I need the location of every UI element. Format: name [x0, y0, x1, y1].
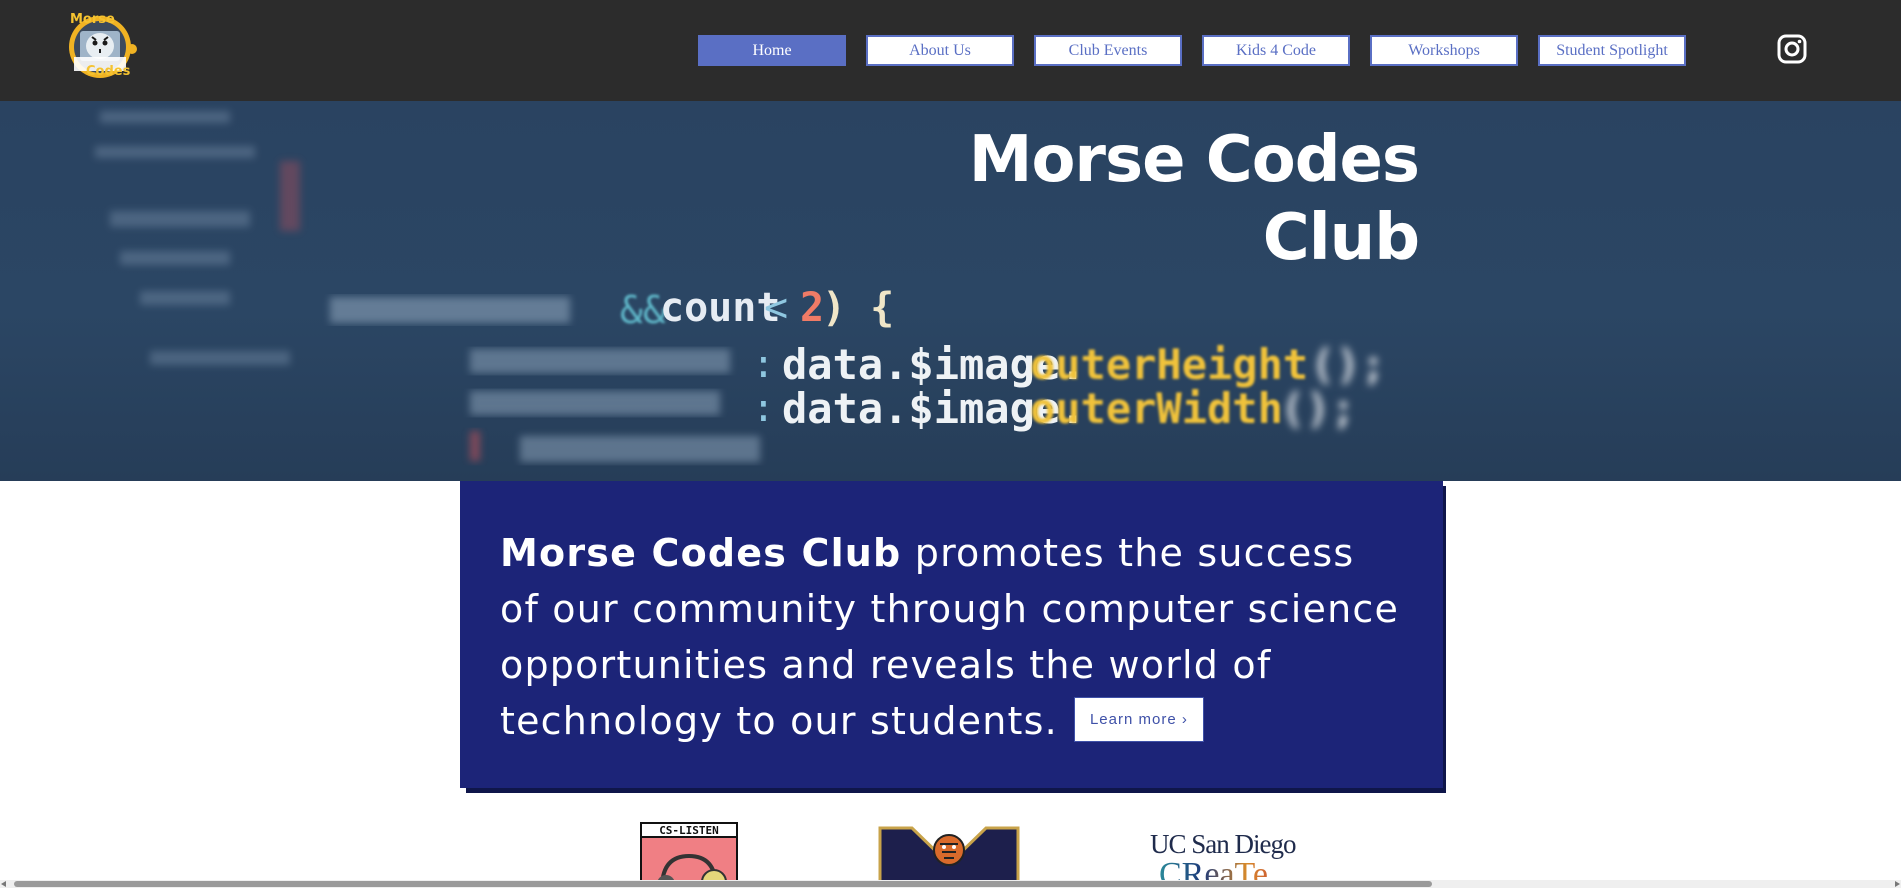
nav-home[interactable]: Home [698, 35, 846, 66]
instagram-icon[interactable] [1777, 34, 1807, 64]
svg-text:();: (); [1280, 384, 1356, 433]
scroll-right-arrow-icon[interactable] [1895, 881, 1900, 887]
svg-text:();: (); [1310, 340, 1386, 389]
svg-text:Morse: Morse [70, 12, 115, 27]
learn-more-button[interactable]: Learn more › [1073, 697, 1204, 742]
hero-title: Morse Codes Club [968, 121, 1420, 277]
nav-student-spotlight[interactable]: Student Spotlight [1538, 35, 1686, 66]
m-tiger-logo[interactable] [878, 826, 1020, 888]
svg-text:outerHeight: outerHeight [1030, 340, 1308, 389]
horizontal-scrollbar[interactable] [0, 880, 1901, 888]
mission-club-name: Morse Codes Club [500, 531, 902, 575]
code-background-image: && count < 2 ) { : data.$image. outerHei… [95, 111, 1386, 462]
hero-title-line-2: Club [1262, 201, 1420, 275]
mission-statement-box: Morse Codes Club promotes the success of… [460, 481, 1443, 788]
svg-text:2: 2 [800, 285, 824, 331]
scrollbar-thumb[interactable] [14, 881, 1432, 887]
svg-text:count: count [660, 285, 780, 331]
svg-text:) {: ) { [822, 285, 894, 331]
scroll-left-arrow-icon[interactable] [1, 881, 6, 887]
cs-listen-label: CS-LISTEN [642, 824, 736, 838]
site-header: Morse Codes Home About Us Club Events Ki… [0, 0, 1901, 101]
main-nav: Home About Us Club Events Kids 4 Code Wo… [698, 35, 1686, 66]
svg-text::: : [752, 342, 775, 386]
nav-club-events[interactable]: Club Events [1034, 35, 1182, 66]
cs-listen-logo[interactable]: CS-LISTEN [640, 822, 738, 888]
hero-title-line-1: Morse Codes [968, 123, 1420, 197]
svg-text:<: < [764, 285, 788, 331]
nav-about-us[interactable]: About Us [866, 35, 1014, 66]
nav-kids-4-code[interactable]: Kids 4 Code [1202, 35, 1350, 66]
svg-text:&&: && [620, 288, 666, 332]
club-logo[interactable]: Morse Codes [66, 9, 142, 81]
svg-text:outerWidth: outerWidth [1030, 384, 1283, 433]
svg-text:Codes: Codes [86, 64, 131, 79]
svg-text::: : [752, 386, 775, 430]
hero-banner: && count < 2 ) { : data.$image. outerHei… [0, 101, 1901, 481]
nav-workshops[interactable]: Workshops [1370, 35, 1518, 66]
